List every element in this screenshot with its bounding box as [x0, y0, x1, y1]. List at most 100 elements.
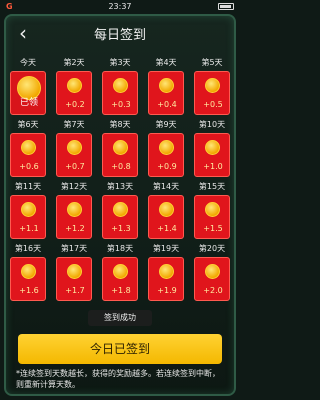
- reward-card[interactable]: +0.9: [148, 133, 184, 177]
- day-label: 第9天: [155, 120, 177, 129]
- reward-card[interactable]: +1.5: [194, 195, 230, 239]
- day-cell: 今天 已领: [8, 56, 48, 118]
- coin-icon: [21, 264, 36, 279]
- day-label: 第12天: [60, 182, 88, 191]
- reward-amount: +1.9: [157, 286, 177, 295]
- reward-amount: +1.0: [203, 162, 223, 171]
- reward-card[interactable]: +2.0: [194, 257, 230, 301]
- day-cell: 第8天 +0.8: [100, 118, 140, 180]
- reward-amount: +1.1: [19, 224, 39, 233]
- day-label: 第10天: [198, 120, 226, 129]
- reward-card[interactable]: +1.8: [102, 257, 138, 301]
- reward-card[interactable]: +0.7: [56, 133, 92, 177]
- day-label: 第11天: [14, 182, 42, 191]
- day-label: 第17天: [60, 244, 88, 253]
- reward-card-claimed[interactable]: 已领: [10, 71, 46, 115]
- coin-icon: [159, 202, 174, 217]
- reward-amount: +0.8: [111, 162, 131, 171]
- day-label: 第7天: [63, 120, 85, 129]
- coin-icon: [21, 140, 36, 155]
- day-cell: 第2天 +0.2: [54, 56, 94, 118]
- reward-amount: +1.5: [203, 224, 223, 233]
- reward-card[interactable]: +0.2: [56, 71, 92, 115]
- day-label: 第18天: [106, 244, 134, 253]
- carrier-logo: G: [6, 2, 13, 11]
- coin-icon: [113, 202, 128, 217]
- coin-icon: [159, 78, 174, 93]
- day-grid: 今天 已领 第2天 +0.2 第3天 +0.3 第4天 +0.4 第5天 +0.5 第6天 +0.6 第…: [8, 56, 232, 304]
- reward-card[interactable]: +0.3: [102, 71, 138, 115]
- reward-card[interactable]: +0.5: [194, 71, 230, 115]
- day-label: 第2天: [63, 58, 85, 67]
- reward-card[interactable]: +0.4: [148, 71, 184, 115]
- reward-amount: +2.0: [203, 286, 223, 295]
- coin-icon: [21, 202, 36, 217]
- coin-icon: [67, 78, 82, 93]
- checkin-dialog: ‹ 每日签到 今天 已领 第2天 +0.2 第3天 +0.3 第4天 +0.4 第5天 +0.5 第…: [4, 14, 236, 396]
- day-label: 第13天: [106, 182, 134, 191]
- day-label: 第14天: [152, 182, 180, 191]
- day-label: 今天: [20, 58, 36, 67]
- coin-icon: [113, 78, 128, 93]
- coin-icon: [205, 78, 220, 93]
- coin-icon: [159, 140, 174, 155]
- checkin-button[interactable]: 今日已签到: [18, 334, 222, 364]
- reward-amount: +0.2: [65, 100, 85, 109]
- reward-card[interactable]: +1.1: [10, 195, 46, 239]
- reward-amount: +0.9: [157, 162, 177, 171]
- coin-icon: [67, 140, 82, 155]
- day-cell: 第6天 +0.6: [8, 118, 48, 180]
- day-cell: 第7天 +0.7: [54, 118, 94, 180]
- reward-card[interactable]: +1.6: [10, 257, 46, 301]
- day-cell: 第3天 +0.3: [100, 56, 140, 118]
- reward-amount: +0.3: [111, 100, 131, 109]
- dialog-title: 每日签到: [93, 28, 146, 43]
- day-cell: 第4天 +0.4: [146, 56, 186, 118]
- day-cell: 第13天 +1.3: [100, 180, 140, 242]
- coin-icon: [67, 264, 82, 279]
- day-label: 第15天: [198, 182, 226, 191]
- reward-amount: 已领: [19, 98, 38, 108]
- reward-amount: +1.3: [111, 224, 131, 233]
- reward-amount: +0.7: [65, 162, 85, 171]
- reward-amount: +1.4: [157, 224, 177, 233]
- coin-icon: [205, 264, 220, 279]
- coin-icon: [113, 264, 128, 279]
- day-label: 第4天: [155, 58, 177, 67]
- reward-amount: +0.5: [203, 100, 223, 109]
- day-label: 第19天: [152, 244, 180, 253]
- day-cell: 第19天 +1.9: [146, 242, 186, 304]
- day-label: 第6天: [17, 120, 39, 129]
- day-cell: 第15天 +1.5: [192, 180, 232, 242]
- day-label: 第20天: [198, 244, 226, 253]
- reward-amount: +1.2: [65, 224, 85, 233]
- day-cell: 第16天 +1.6: [8, 242, 48, 304]
- reward-card[interactable]: +1.2: [56, 195, 92, 239]
- dialog-header: ‹ 每日签到: [6, 16, 234, 50]
- reward-card[interactable]: +1.3: [102, 195, 138, 239]
- status-bar: G 23:37: [0, 0, 240, 14]
- reward-amount: +0.4: [157, 100, 177, 109]
- coin-icon: [205, 140, 220, 155]
- reward-card[interactable]: +0.6: [10, 133, 46, 177]
- day-cell: 第12天 +1.2: [54, 180, 94, 242]
- battery-icon: [218, 3, 234, 10]
- success-toast: 签到成功: [88, 310, 152, 326]
- reward-card[interactable]: +0.8: [102, 133, 138, 177]
- day-label: 第16天: [14, 244, 42, 253]
- day-cell: 第18天 +1.8: [100, 242, 140, 304]
- reward-amount: +1.6: [19, 286, 39, 295]
- day-label: 第5天: [201, 58, 223, 67]
- reward-card[interactable]: +1.0: [194, 133, 230, 177]
- coin-icon: [159, 264, 174, 279]
- day-cell: 第11天 +1.1: [8, 180, 48, 242]
- coin-icon: [113, 140, 128, 155]
- day-label: 第3天: [109, 58, 131, 67]
- day-cell: 第14天 +1.4: [146, 180, 186, 242]
- day-cell: 第9天 +0.9: [146, 118, 186, 180]
- status-time: 23:37: [108, 2, 132, 11]
- day-cell: 第5天 +0.5: [192, 56, 232, 118]
- reward-card[interactable]: +1.7: [56, 257, 92, 301]
- reward-card[interactable]: +1.4: [148, 195, 184, 239]
- reward-card[interactable]: +1.9: [148, 257, 184, 301]
